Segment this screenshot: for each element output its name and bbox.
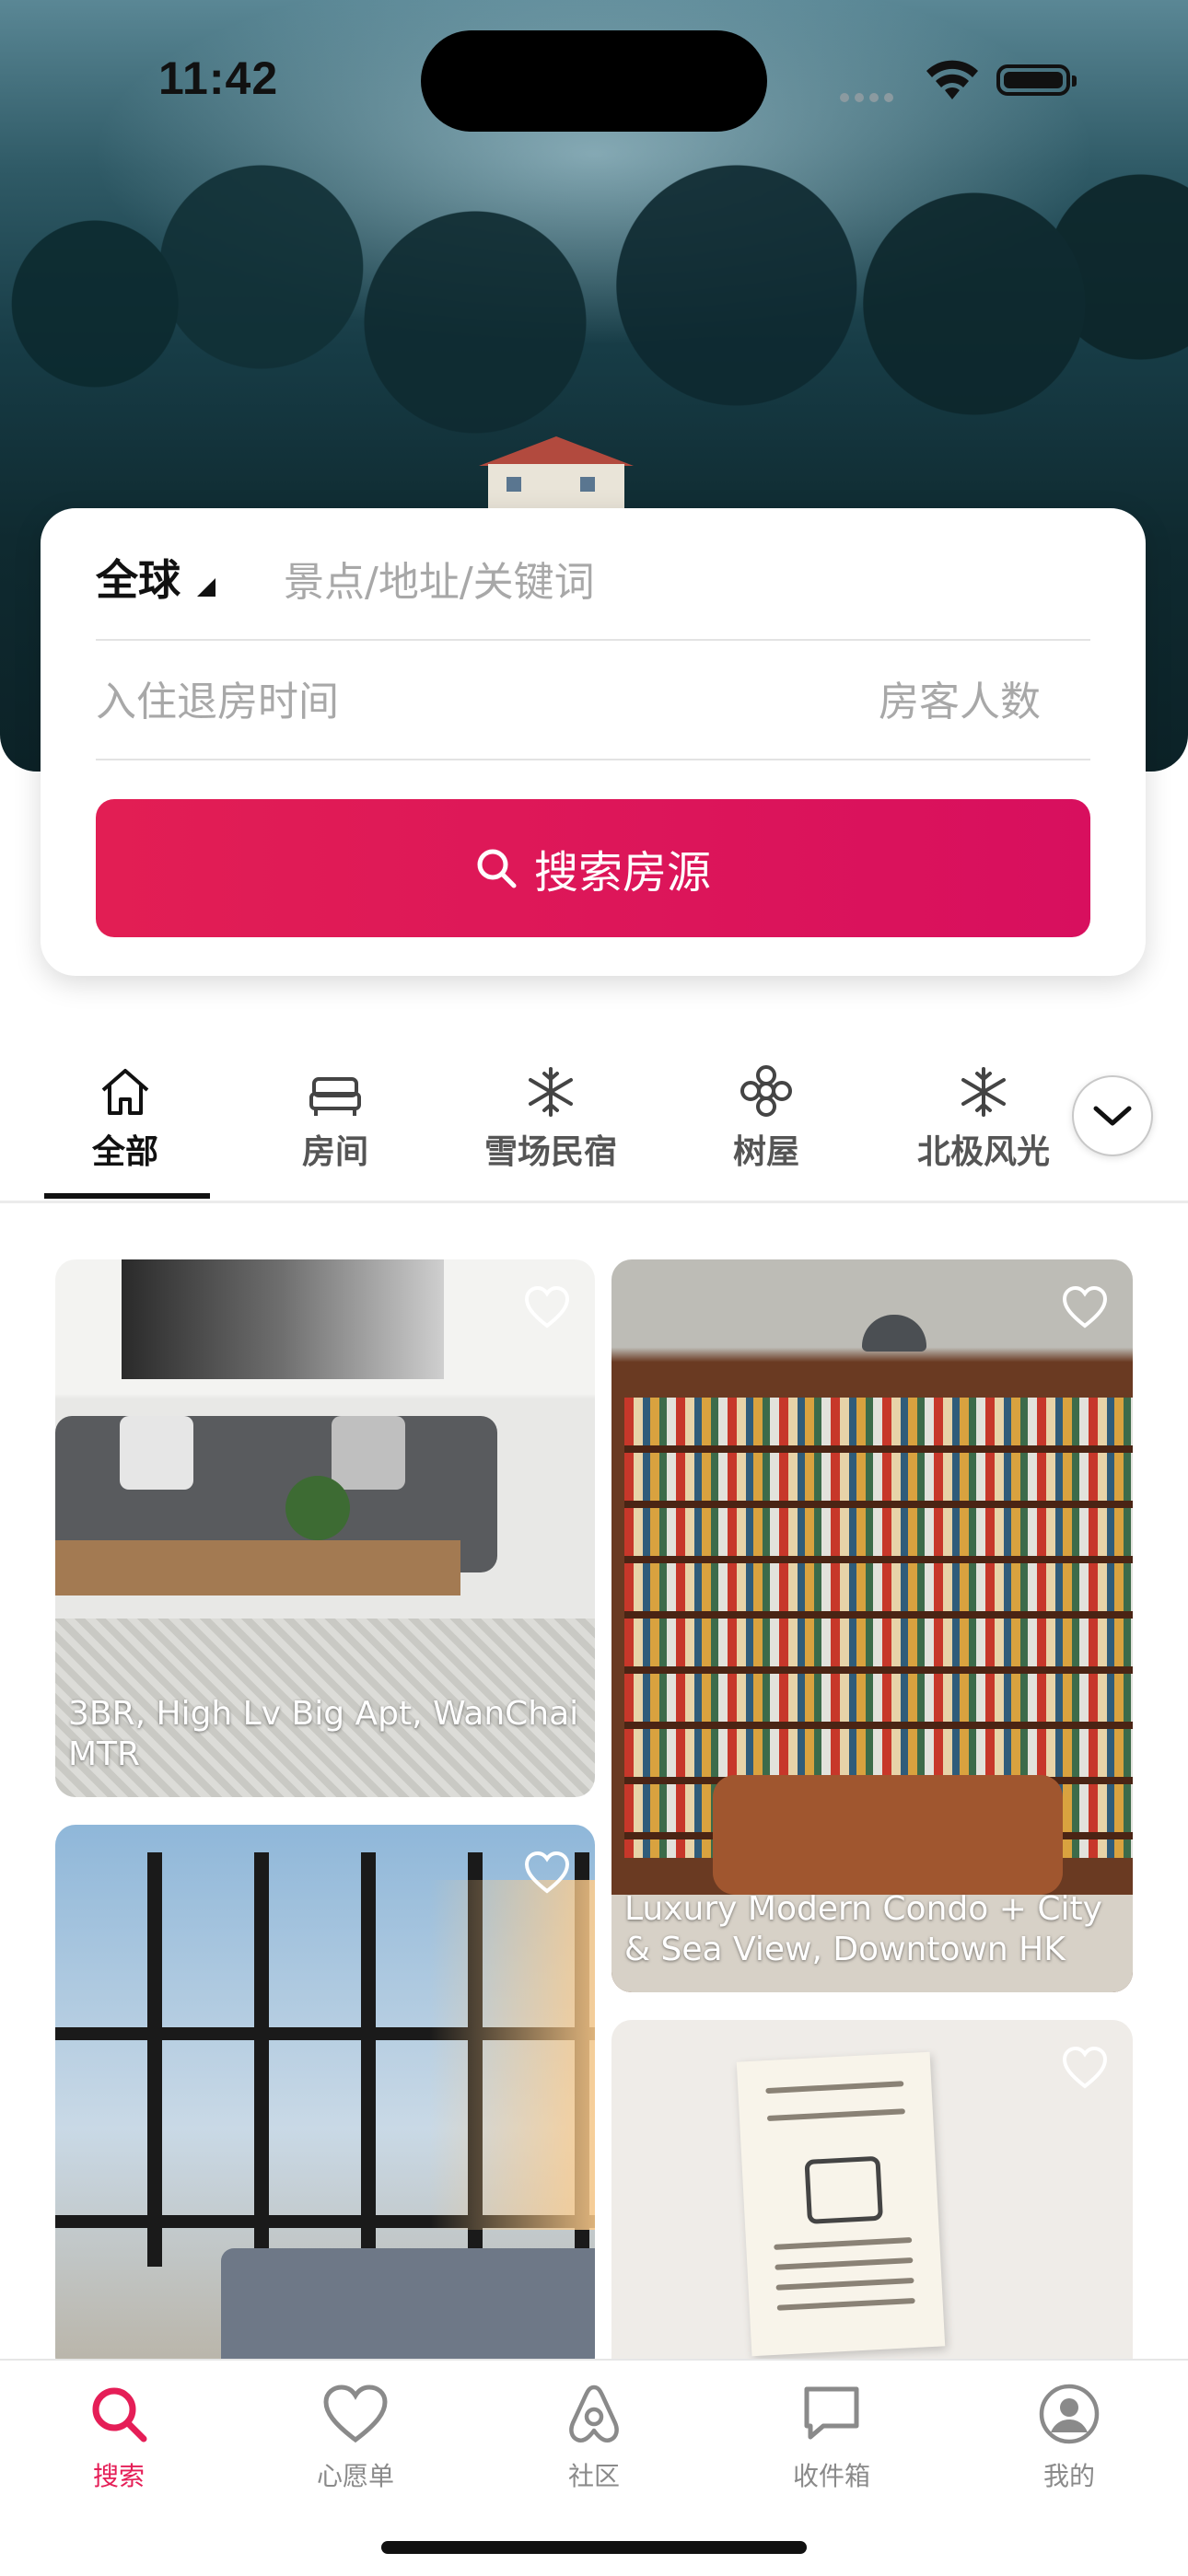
airbnb-logo-icon: [569, 2385, 619, 2443]
wifi-icon: [926, 60, 978, 99]
profile-icon: [1039, 2384, 1100, 2444]
heart-icon[interactable]: [1059, 1282, 1111, 1333]
divider: [96, 639, 1090, 641]
tab-profile[interactable]: 我的: [996, 2377, 1143, 2493]
tab-search[interactable]: 搜索: [45, 2377, 192, 2493]
heart-icon: [323, 2385, 388, 2443]
divider: [96, 759, 1090, 760]
heart-icon[interactable]: [521, 1282, 573, 1333]
battery-icon: [996, 64, 1077, 96]
status-time: 11:42: [158, 52, 279, 104]
category-label: 树屋: [732, 1133, 799, 1171]
tab-wishlist[interactable]: 心愿单: [282, 2377, 429, 2493]
search-button-label: 搜索房源: [533, 847, 711, 899]
category-arctic[interactable]: 北极风光: [901, 1059, 1066, 1173]
listing-card[interactable]: [55, 1825, 595, 2377]
tab-label: 社区: [567, 2461, 620, 2491]
listing-photo: [736, 2051, 946, 2357]
region-selector[interactable]: 全球: [96, 547, 181, 608]
home-icon: [101, 1069, 149, 1115]
tab-label: 心愿单: [316, 2461, 394, 2491]
heart-icon[interactable]: [1059, 2042, 1111, 2094]
listing-card[interactable]: [611, 2020, 1133, 2407]
listing-card[interactable]: 3BR, High Lv Big Apt, WanChai MTR: [55, 1259, 595, 1797]
category-all[interactable]: 全部: [42, 1059, 208, 1173]
house-graphic: [479, 436, 634, 510]
flower-icon: [740, 1065, 792, 1117]
search-button[interactable]: 搜索房源: [96, 799, 1090, 937]
search-icon: [477, 849, 517, 888]
expand-categories-button[interactable]: [1072, 1075, 1153, 1156]
home-indicator: [381, 2541, 807, 2554]
category-ski[interactable]: 雪场民宿: [468, 1059, 634, 1173]
listing-photo: [122, 1259, 444, 1379]
snowflake-icon: [529, 1067, 573, 1117]
keyword-input[interactable]: 景点/地址/关键词: [284, 549, 595, 608]
category-label: 房间: [301, 1133, 368, 1171]
tab-label: 收件箱: [792, 2461, 870, 2491]
category-rooms[interactable]: 房间: [252, 1059, 418, 1173]
guests-input[interactable]: 房客人数: [879, 668, 1041, 727]
active-category-indicator: [44, 1193, 210, 1199]
heart-icon[interactable]: [521, 1847, 573, 1898]
status-icons: [840, 57, 1079, 103]
dropdown-caret-icon[interactable]: [197, 578, 215, 597]
category-bar: 全部 房间 雪场民宿 树屋 北极风光: [0, 1059, 1188, 1202]
search-card: 全球 景点/地址/关键词 入住退房时间 房客人数 搜索房源: [41, 508, 1146, 976]
search-icon: [92, 2387, 147, 2443]
tab-inbox[interactable]: 收件箱: [758, 2377, 905, 2493]
category-label: 全部: [91, 1133, 158, 1171]
listing-title: 3BR, High Lv Big Apt, WanChai MTR: [68, 1695, 579, 1773]
chevron-down-icon: [1093, 1106, 1132, 1126]
listing-card[interactable]: Luxury Modern Condo + City & Sea View, D…: [611, 1259, 1133, 1992]
dates-input[interactable]: 入住退房时间: [96, 668, 339, 727]
bed-icon: [309, 1077, 361, 1116]
listing-title: Luxury Modern Condo + City & Sea View, D…: [624, 1890, 1102, 1968]
snowflake-icon: [961, 1067, 1006, 1117]
tab-label: 搜索: [92, 2461, 145, 2491]
divider: [0, 1201, 1188, 1203]
chat-icon: [804, 2386, 859, 2440]
dynamic-island: [421, 30, 767, 132]
signal-icon: [840, 88, 899, 106]
category-label: 北极风光: [916, 1133, 1050, 1171]
tab-label: 我的: [1042, 2461, 1095, 2491]
category-treehouse[interactable]: 树屋: [683, 1059, 849, 1173]
tab-community[interactable]: 社区: [520, 2377, 668, 2493]
category-label: 雪场民宿: [483, 1133, 617, 1171]
